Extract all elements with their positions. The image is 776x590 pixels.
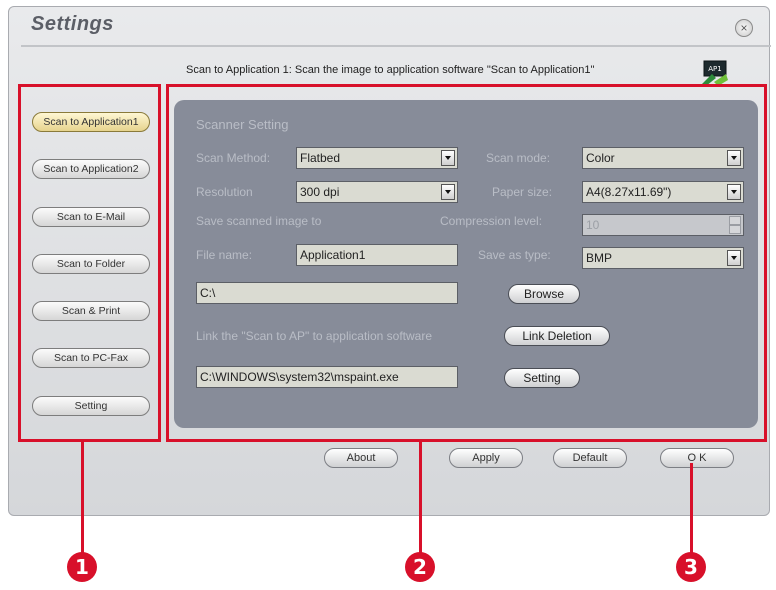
- chevron-down-icon[interactable]: [727, 150, 741, 166]
- mode-description: Scan to Application 1: Scan the image to…: [186, 64, 595, 76]
- setting-button[interactable]: Setting: [504, 368, 580, 388]
- window-title: Settings: [31, 13, 114, 35]
- link-app-label: Link the "Scan to AP" to application sof…: [196, 329, 432, 343]
- sidebar-item-setting[interactable]: Setting: [32, 396, 150, 416]
- scanner-settings-panel: Scanner Setting Scan Method: Flatbed Sca…: [174, 100, 758, 428]
- file-name-input[interactable]: Application1: [296, 244, 458, 266]
- scan-method-select[interactable]: Flatbed: [296, 147, 458, 169]
- callout-marker-3: 3: [676, 552, 706, 582]
- marker-2-line: [419, 442, 422, 554]
- scan-mode-value: Color: [586, 151, 615, 165]
- link-deletion-button[interactable]: Link Deletion: [504, 326, 610, 346]
- resolution-value: 300 dpi: [300, 185, 340, 199]
- sidebar-item-scan-to-folder[interactable]: Scan to Folder: [32, 254, 150, 274]
- application-icon: AP1: [702, 60, 728, 86]
- sidebar-item-scan-to-application1[interactable]: Scan to Application1: [32, 112, 150, 132]
- scan-method-label: Scan Method:: [196, 151, 271, 165]
- app-icon-text: AP1: [708, 65, 721, 73]
- ok-button[interactable]: O K: [660, 448, 734, 468]
- spin-down-icon: [729, 225, 741, 234]
- save-as-type-value: BMP: [586, 251, 613, 265]
- scan-method-value: Flatbed: [300, 151, 341, 165]
- about-button[interactable]: About: [324, 448, 398, 468]
- compression-level-label: Compression level:: [440, 214, 543, 228]
- spin-up-icon: [729, 216, 741, 225]
- chevron-down-icon[interactable]: [441, 150, 455, 166]
- sidebar-item-scan-to-application2[interactable]: Scan to Application2: [32, 159, 150, 179]
- scan-mode-label: Scan mode:: [486, 151, 551, 165]
- callout-marker-2: 2: [405, 552, 435, 582]
- marker-3-line: [690, 463, 693, 554]
- chevron-down-icon[interactable]: [727, 184, 741, 200]
- compression-level-stepper: 10: [582, 214, 744, 236]
- sidebar-item-scan-and-print[interactable]: Scan & Print: [32, 301, 150, 321]
- callout-marker-1: 1: [67, 552, 97, 582]
- chevron-down-icon[interactable]: [727, 250, 741, 266]
- scan-mode-select[interactable]: Color: [582, 147, 744, 169]
- close-icon: ×: [740, 21, 748, 35]
- section-title: Scanner Setting: [196, 117, 289, 132]
- sidebar-item-scan-to-email[interactable]: Scan to E-Mail: [32, 207, 150, 227]
- close-button[interactable]: ×: [735, 19, 753, 37]
- file-name-label: File name:: [196, 248, 253, 262]
- paper-size-value: A4(8.27x11.69"): [586, 185, 672, 199]
- apply-button[interactable]: Apply: [449, 448, 523, 468]
- title-divider: [21, 45, 771, 47]
- chevron-down-icon[interactable]: [441, 184, 455, 200]
- paper-size-select[interactable]: A4(8.27x11.69"): [582, 181, 744, 203]
- save-as-type-select[interactable]: BMP: [582, 247, 744, 269]
- save-scanned-label: Save scanned image to: [196, 214, 322, 228]
- application-path-input[interactable]: C:\WINDOWS\system32\mspaint.exe: [196, 366, 458, 388]
- paper-size-label: Paper size:: [492, 185, 553, 199]
- save-path-input[interactable]: C:\: [196, 282, 458, 304]
- sidebar-item-scan-to-pc-fax[interactable]: Scan to PC-Fax: [32, 348, 150, 368]
- compression-level-value: 10: [586, 218, 600, 232]
- resolution-label: Resolution: [196, 185, 253, 199]
- resolution-select[interactable]: 300 dpi: [296, 181, 458, 203]
- save-as-type-label: Save as type:: [478, 248, 551, 262]
- marker-1-line: [81, 442, 84, 554]
- default-button[interactable]: Default: [553, 448, 627, 468]
- browse-button[interactable]: Browse: [508, 284, 580, 304]
